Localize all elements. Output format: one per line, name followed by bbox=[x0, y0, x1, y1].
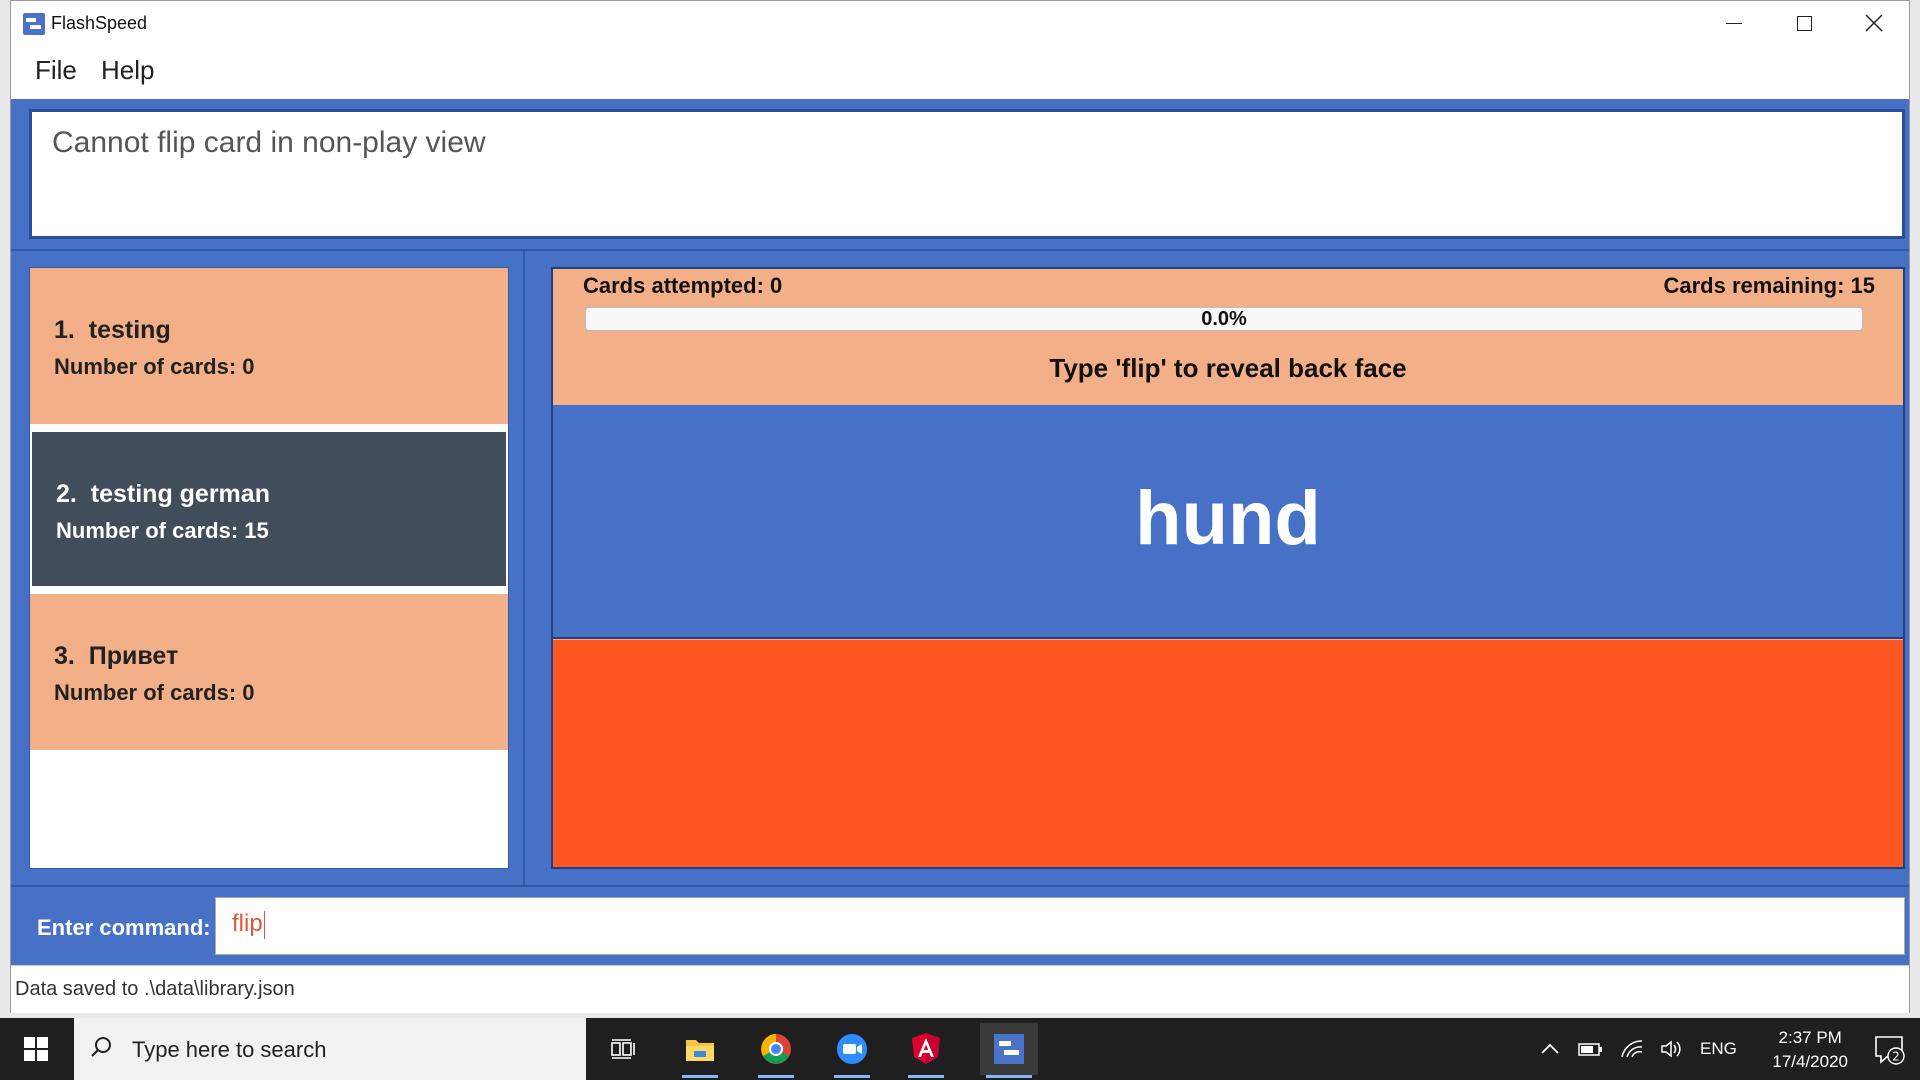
zoom-icon bbox=[837, 1034, 867, 1064]
cards-remaining: Cards remaining: 15 bbox=[1663, 273, 1875, 298]
clock[interactable]: 2:37 PM 17/4/2020 bbox=[1772, 1026, 1848, 1074]
command-label: Enter command: bbox=[37, 915, 211, 940]
angular-button[interactable] bbox=[904, 1028, 948, 1078]
deck-title: 3. Привет bbox=[54, 642, 179, 670]
deck-card-count: Number of cards: 0 bbox=[54, 680, 255, 705]
notification-button[interactable]: 2 bbox=[1872, 1032, 1906, 1066]
text-caret bbox=[263, 910, 265, 939]
menu-file[interactable]: File bbox=[35, 55, 77, 86]
deck-item[interactable]: 3. Привет Number of cards: 0 bbox=[30, 594, 508, 752]
minimize-icon bbox=[1726, 22, 1742, 24]
chrome-icon bbox=[761, 1034, 791, 1064]
flip-hint: Type 'flip' to reveal back face bbox=[1049, 353, 1407, 383]
maximize-button[interactable] bbox=[1769, 1, 1839, 45]
deck-item-selected[interactable]: 2. testing german Number of cards: 15 bbox=[30, 430, 508, 588]
result-display[interactable]: Cannot flip card in non-play view bbox=[29, 109, 1905, 239]
app-window: FlashSpeed File Help Cannot flip card in… bbox=[10, 0, 1910, 1013]
system-tray: ENG bbox=[1540, 1018, 1737, 1080]
wifi-icon[interactable] bbox=[1620, 1039, 1644, 1059]
taskbar-search[interactable]: Type here to search bbox=[74, 1018, 586, 1080]
chevron-up-icon[interactable] bbox=[1540, 1042, 1560, 1056]
deck-title: 2. testing german bbox=[56, 480, 270, 508]
zoom-button[interactable] bbox=[830, 1028, 874, 1078]
deck-card-count: Number of cards: 15 bbox=[56, 518, 269, 543]
card-back-face bbox=[553, 640, 1903, 867]
command-text: flip bbox=[232, 910, 263, 937]
card-front-face: hund bbox=[553, 405, 1903, 639]
divider bbox=[11, 249, 1909, 251]
progress-bar: 0.0% bbox=[585, 307, 1863, 331]
close-icon bbox=[1865, 14, 1883, 32]
language-indicator[interactable]: ENG bbox=[1700, 1039, 1737, 1059]
main-area: Cannot flip card in non-play view 1. tes… bbox=[11, 99, 1909, 965]
search-placeholder: Type here to search bbox=[132, 1037, 327, 1062]
deck-title: 1. testing bbox=[54, 316, 171, 344]
flashspeed-icon bbox=[994, 1034, 1024, 1064]
vertical-divider bbox=[523, 251, 525, 885]
flashspeed-taskbar-button[interactable] bbox=[980, 1023, 1038, 1078]
title-bar[interactable]: FlashSpeed bbox=[11, 1, 1909, 45]
minimize-button[interactable] bbox=[1699, 1, 1769, 45]
battery-icon[interactable] bbox=[1578, 1041, 1604, 1057]
divider bbox=[11, 885, 1909, 887]
file-explorer-button[interactable] bbox=[678, 1028, 722, 1078]
task-view-button[interactable] bbox=[602, 1028, 646, 1070]
command-input[interactable]: flip bbox=[215, 897, 1905, 955]
notification-count: 2 bbox=[1892, 1050, 1900, 1064]
maximize-icon bbox=[1796, 15, 1812, 31]
notification-icon: 2 bbox=[1875, 1036, 1905, 1065]
menu-help[interactable]: Help bbox=[101, 55, 154, 86]
play-panel: Cards attempted: 0 Cards remaining: 15 0… bbox=[551, 267, 1905, 869]
deck-card-count: Number of cards: 0 bbox=[54, 354, 255, 379]
search-icon bbox=[91, 1037, 111, 1057]
clock-time: 2:37 PM bbox=[1778, 1028, 1842, 1047]
card-front-text: hund bbox=[1135, 476, 1321, 561]
angular-icon bbox=[912, 1033, 940, 1064]
start-button[interactable] bbox=[0, 1018, 72, 1080]
clock-date: 17/4/2020 bbox=[1772, 1052, 1848, 1071]
menu-bar: File Help bbox=[11, 45, 1909, 99]
close-button[interactable] bbox=[1839, 1, 1909, 45]
deck-list[interactable]: 1. testing Number of cards: 0 2. testing… bbox=[29, 267, 509, 869]
flashspeed-app-icon bbox=[23, 13, 45, 35]
result-message: Cannot flip card in non-play view bbox=[52, 126, 486, 159]
active-indicator bbox=[986, 1075, 1032, 1078]
taskbar: Type here to search ENG 2:37 PM 17/4/202… bbox=[0, 1018, 1920, 1080]
cards-attempted: Cards attempted: 0 bbox=[583, 273, 783, 298]
chrome-button[interactable] bbox=[754, 1028, 798, 1078]
window-title: FlashSpeed bbox=[51, 13, 148, 33]
running-indicator bbox=[908, 1075, 944, 1078]
status-text: Data saved to .\data\library.json bbox=[15, 978, 295, 1000]
stats-panel: Cards attempted: 0 Cards remaining: 15 0… bbox=[553, 269, 1903, 405]
status-bar: Data saved to .\data\library.json bbox=[11, 965, 1909, 1013]
file-explorer-icon bbox=[686, 1040, 714, 1061]
deck-item[interactable]: 1. testing Number of cards: 0 bbox=[30, 268, 508, 426]
windows-icon bbox=[24, 1037, 48, 1061]
running-indicator bbox=[834, 1075, 870, 1078]
volume-icon[interactable] bbox=[1660, 1039, 1684, 1059]
running-indicator bbox=[682, 1075, 718, 1078]
running-indicator bbox=[758, 1075, 794, 1078]
progress-text: 0.0% bbox=[1201, 308, 1247, 330]
task-view-icon bbox=[611, 1039, 635, 1059]
